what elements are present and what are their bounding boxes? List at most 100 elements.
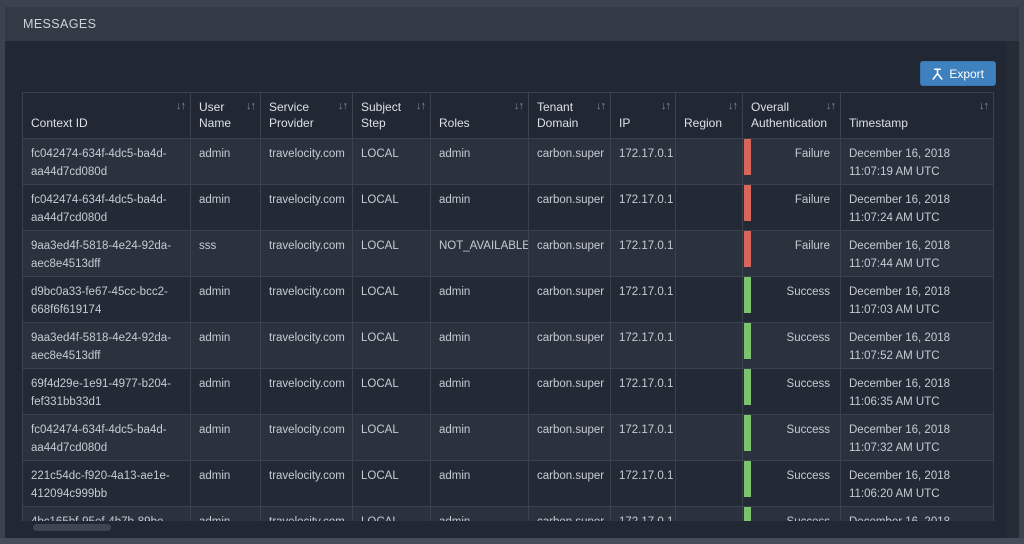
- cell-user-name: admin: [191, 507, 261, 522]
- auth-status-bar: [744, 461, 751, 497]
- cell-region: [676, 415, 743, 461]
- auth-status-bar: [744, 369, 751, 405]
- auth-status-bar: [744, 139, 751, 175]
- table-row[interactable]: fc042474-634f-4dc5-ba4d-aa44d7cd080d adm…: [23, 185, 994, 231]
- cell-roles: admin: [431, 323, 529, 369]
- auth-status-label: Success: [787, 286, 830, 298]
- column-header-subject-step[interactable]: ↓↑Subject Step: [353, 93, 431, 139]
- table-row[interactable]: 69f4d29e-1e91-4977-b204-fef331bb33d1 adm…: [23, 369, 994, 415]
- horizontal-scrollbar-track[interactable]: [0, 538, 1024, 544]
- timestamp-time: 11:07:52 AM UTC: [849, 348, 985, 366]
- cell-timestamp: December 16, 2018 11:07:24 AM UTC: [841, 185, 994, 231]
- cell-tenant-domain: carbon.super: [529, 507, 611, 522]
- sort-icon[interactable]: ↓↑: [338, 98, 347, 114]
- cell-overall-authentication: Success: [743, 415, 841, 461]
- cell-region: [676, 139, 743, 185]
- auth-status-label: Success: [787, 332, 830, 344]
- table-header-row: ↓↑Context ID ↓↑User Name ↓↑Service Provi…: [23, 93, 994, 139]
- column-header-service-provider[interactable]: ↓↑Service Provider: [261, 93, 353, 139]
- sort-icon[interactable]: ↓↑: [826, 98, 835, 114]
- cell-service-provider: travelocity.com: [261, 231, 353, 277]
- messages-table: ↓↑Context ID ↓↑User Name ↓↑Service Provi…: [22, 92, 994, 521]
- column-header-tenant-domain[interactable]: ↓↑Tenant Domain: [529, 93, 611, 139]
- cell-timestamp: December 16, 2018 11:07:03 AM UTC: [841, 277, 994, 323]
- sort-icon[interactable]: ↓↑: [596, 98, 605, 114]
- cell-user-name: admin: [191, 139, 261, 185]
- column-header-roles[interactable]: ↓↑Roles: [431, 93, 529, 139]
- cell-ip: 172.17.0.1: [611, 139, 676, 185]
- table-row[interactable]: 9aa3ed4f-5818-4e24-92da-aec8e4513dff adm…: [23, 323, 994, 369]
- cell-service-provider: travelocity.com: [261, 185, 353, 231]
- export-button[interactable]: Export: [920, 61, 996, 86]
- cell-service-provider: travelocity.com: [261, 507, 353, 522]
- auth-status-bar: [744, 277, 751, 313]
- cell-context-id: 221c54dc-f920-4a13-ae1e-412094c999bb: [23, 461, 191, 507]
- auth-status-bar: [744, 323, 751, 359]
- cell-user-name: admin: [191, 185, 261, 231]
- vertical-scrollbar[interactable]: [1007, 41, 1019, 538]
- panel-header: MESSAGES: [5, 7, 1019, 41]
- auth-status-bar: [744, 507, 751, 521]
- cell-service-provider: travelocity.com: [261, 369, 353, 415]
- cell-region: [676, 185, 743, 231]
- column-header-context-id[interactable]: ↓↑Context ID: [23, 93, 191, 139]
- messages-table-wrap: ↓↑Context ID ↓↑User Name ↓↑Service Provi…: [22, 92, 995, 521]
- column-header-region[interactable]: ↓↑Region: [676, 93, 743, 139]
- cell-overall-authentication: Success: [743, 507, 841, 522]
- column-header-overall-authentication[interactable]: ↓↑Overall Authentication: [743, 93, 841, 139]
- timestamp-time: 11:06:35 AM UTC: [849, 394, 985, 412]
- cell-context-id: 4bc165bf-95ef-4b7b-89be-32c932c99b: [23, 507, 191, 522]
- table-row[interactable]: fc042474-634f-4dc5-ba4d-aa44d7cd080d adm…: [23, 415, 994, 461]
- timestamp-date: December 16, 2018: [849, 514, 985, 521]
- table-row[interactable]: d9bc0a33-fe67-45cc-bcc2-668f6f619174 adm…: [23, 277, 994, 323]
- sort-icon[interactable]: ↓↑: [416, 98, 425, 114]
- cell-region: [676, 323, 743, 369]
- cell-overall-authentication: Success: [743, 323, 841, 369]
- column-header-user-name[interactable]: ↓↑User Name: [191, 93, 261, 139]
- cell-roles: NOT_AVAILABLE: [431, 231, 529, 277]
- cell-overall-authentication: Success: [743, 461, 841, 507]
- cell-context-id: 69f4d29e-1e91-4977-b204-fef331bb33d1: [23, 369, 191, 415]
- cell-timestamp: December 16, 2018 11:06:20 AM UTC: [841, 461, 994, 507]
- sort-icon[interactable]: ↓↑: [979, 98, 988, 114]
- cell-tenant-domain: carbon.super: [529, 231, 611, 277]
- auth-status-label: Failure: [795, 148, 830, 160]
- table-row[interactable]: 9aa3ed4f-5818-4e24-92da-aec8e4513dff sss…: [23, 231, 994, 277]
- sort-icon[interactable]: ↓↑: [176, 98, 185, 114]
- cell-context-id: 9aa3ed4f-5818-4e24-92da-aec8e4513dff: [23, 231, 191, 277]
- cell-overall-authentication: Success: [743, 277, 841, 323]
- cell-user-name: admin: [191, 277, 261, 323]
- column-header-ip[interactable]: ↓↑IP: [611, 93, 676, 139]
- export-button-label: Export: [949, 67, 984, 81]
- cell-service-provider: travelocity.com: [261, 461, 353, 507]
- column-header-timestamp[interactable]: ↓↑Timestamp: [841, 93, 994, 139]
- cell-service-provider: travelocity.com: [261, 415, 353, 461]
- cell-roles: admin: [431, 185, 529, 231]
- table-row[interactable]: 4bc165bf-95ef-4b7b-89be-32c932c99b admin…: [23, 507, 994, 522]
- table-row[interactable]: fc042474-634f-4dc5-ba4d-aa44d7cd080d adm…: [23, 139, 994, 185]
- sort-icon[interactable]: ↓↑: [728, 98, 737, 114]
- sort-icon[interactable]: ↓↑: [514, 98, 523, 114]
- auth-status-bar: [744, 231, 751, 267]
- table-row[interactable]: 221c54dc-f920-4a13-ae1e-412094c999bb adm…: [23, 461, 994, 507]
- cell-subject-step: LOCAL: [353, 231, 431, 277]
- cell-ip: 172.17.0.1: [611, 185, 676, 231]
- auth-status-label: Success: [787, 470, 830, 482]
- cell-ip: 172.17.0.1: [611, 415, 676, 461]
- cell-context-id: d9bc0a33-fe67-45cc-bcc2-668f6f619174: [23, 277, 191, 323]
- cell-tenant-domain: carbon.super: [529, 139, 611, 185]
- sort-icon[interactable]: ↓↑: [246, 98, 255, 114]
- sort-icon[interactable]: ↓↑: [661, 98, 670, 114]
- cell-roles: admin: [431, 461, 529, 507]
- cell-subject-step: LOCAL: [353, 507, 431, 522]
- cell-ip: 172.17.0.1: [611, 231, 676, 277]
- cell-ip: 172.17.0.1: [611, 369, 676, 415]
- timestamp-date: December 16, 2018: [849, 238, 985, 256]
- cell-region: [676, 507, 743, 522]
- horizontal-scrollbar-thumb[interactable]: [33, 524, 111, 531]
- cell-ip: 172.17.0.1: [611, 507, 676, 522]
- timestamp-time: 11:07:03 AM UTC: [849, 302, 985, 320]
- auth-status-label: Success: [787, 424, 830, 436]
- cell-context-id: 9aa3ed4f-5818-4e24-92da-aec8e4513dff: [23, 323, 191, 369]
- cell-timestamp: December 16, 2018 11:07:52 AM UTC: [841, 323, 994, 369]
